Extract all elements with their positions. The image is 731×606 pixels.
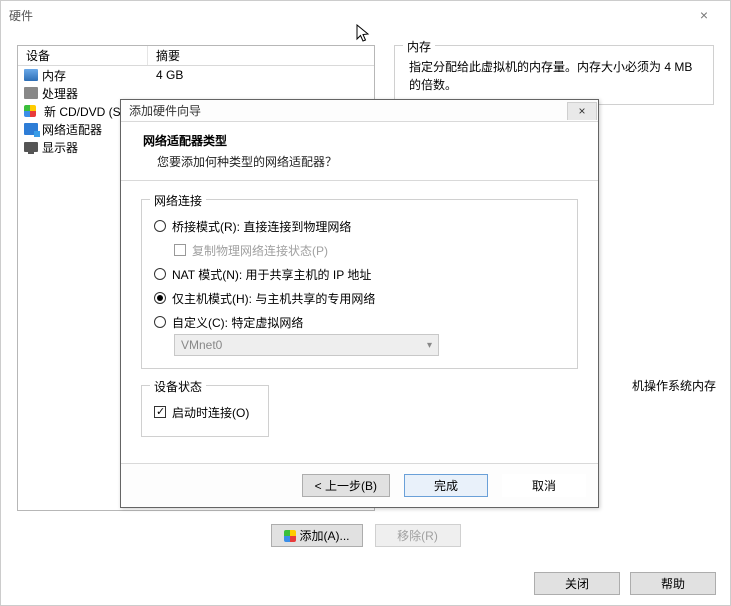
wizard-footer: < 上一步(B) 完成 取消 — [121, 463, 598, 507]
display-icon — [24, 142, 38, 152]
wizard-titlebar: 添加硬件向导 × — [121, 100, 598, 122]
device-state-legend: 设备状态 — [150, 378, 206, 395]
uac-shield-icon — [24, 105, 36, 117]
radio-nat[interactable]: NAT 模式(N): 用于共享主机的 IP 地址 — [152, 262, 567, 286]
network-icon — [24, 123, 38, 135]
device-name: 新 CD/DVD (S — [44, 103, 121, 120]
checkbox-replicate: 复制物理网络连接状态(P) — [152, 238, 567, 262]
device-name: 网络适配器 — [42, 121, 102, 138]
memory-text-2: 的倍数。 — [409, 76, 703, 94]
wizard-subheading: 您要添加何种类型的网络适配器？ — [143, 149, 582, 170]
uac-shield-icon — [284, 530, 296, 542]
mouse-cursor-icon — [356, 24, 372, 44]
network-connection-group: 网络连接 桥接模式(R): 直接连接到物理网络 复制物理网络连接状态(P) NA… — [141, 199, 578, 369]
device-table-header: 设备 摘要 — [18, 46, 374, 66]
outer-footer: 关闭 帮助 — [1, 561, 730, 605]
add-button[interactable]: 添加(A)... — [271, 524, 363, 547]
device-row-memory[interactable]: 内存 4 GB — [18, 66, 374, 84]
checkbox-icon — [174, 244, 186, 256]
wizard-body: 网络连接 桥接模式(R): 直接连接到物理网络 复制物理网络连接状态(P) NA… — [121, 181, 598, 445]
radio-hostonly[interactable]: 仅主机模式(H): 与主机共享的专用网络 — [152, 286, 567, 310]
add-hardware-wizard: 添加硬件向导 × 网络适配器类型 您要添加何种类型的网络适配器？ 网络连接 桥接… — [120, 99, 599, 508]
back-button[interactable]: < 上一步(B) — [302, 474, 390, 497]
wizard-heading: 网络适配器类型 — [143, 132, 582, 149]
network-group-legend: 网络连接 — [150, 192, 206, 209]
add-button-label: 添加(A)... — [300, 527, 350, 544]
memory-legend: 内存 — [403, 38, 435, 55]
outer-title: 硬件 — [9, 7, 33, 24]
close-icon[interactable]: × — [684, 7, 724, 23]
add-remove-bar: 添加(A)... 移除(R) — [271, 524, 461, 547]
device-state-group: 设备状态 启动时连接(O) — [141, 385, 269, 437]
radio-icon — [154, 220, 166, 232]
wizard-title: 添加硬件向导 — [129, 102, 201, 119]
wizard-close-button[interactable]: × — [567, 102, 597, 120]
memory-text-1: 指定分配给此虚拟机的内存量。内存大小必须为 4 MB — [409, 58, 703, 76]
radio-icon — [154, 268, 166, 280]
radio-hostonly-label: 仅主机模式(H): 与主机共享的专用网络 — [172, 290, 375, 307]
cancel-button[interactable]: 取消 — [502, 474, 586, 497]
remove-button: 移除(R) — [375, 524, 461, 547]
close-button[interactable]: 关闭 — [534, 572, 620, 595]
radio-custom[interactable]: 自定义(C): 特定虚拟网络 — [152, 310, 567, 334]
memory-icon — [24, 69, 38, 81]
chevron-down-icon: ▾ — [427, 340, 432, 351]
radio-icon — [154, 292, 166, 304]
device-name: 内存 — [42, 67, 66, 84]
help-button[interactable]: 帮助 — [630, 572, 716, 595]
custom-vmnet-select: VMnet0 ▾ — [174, 334, 439, 356]
finish-button[interactable]: 完成 — [404, 474, 488, 497]
radio-bridge[interactable]: 桥接模式(R): 直接连接到物理网络 — [152, 214, 567, 238]
radio-icon — [154, 316, 166, 328]
radio-nat-label: NAT 模式(N): 用于共享主机的 IP 地址 — [172, 266, 371, 283]
radio-custom-label: 自定义(C): 特定虚拟网络 — [172, 314, 303, 331]
memory-groupbox: 内存 指定分配给此虚拟机的内存量。内存大小必须为 4 MB 的倍数。 — [394, 45, 714, 105]
device-name: 处理器 — [42, 85, 78, 102]
checkbox-icon — [154, 406, 166, 418]
cpu-icon — [24, 87, 38, 99]
checkbox-replicate-label: 复制物理网络连接状态(P) — [192, 242, 328, 259]
header-device: 设备 — [18, 46, 148, 65]
os-memory-note: 机操作系统内存 — [632, 377, 716, 394]
header-summary: 摘要 — [148, 46, 374, 65]
device-summary: 4 GB — [148, 68, 374, 82]
radio-bridge-label: 桥接模式(R): 直接连接到物理网络 — [172, 218, 351, 235]
custom-vmnet-value: VMnet0 — [181, 338, 222, 352]
wizard-header: 网络适配器类型 您要添加何种类型的网络适配器？ — [121, 122, 598, 181]
checkbox-connect-on-power[interactable]: 启动时连接(O) — [152, 400, 258, 424]
device-name: 显示器 — [42, 139, 78, 156]
connect-label: 启动时连接(O) — [172, 404, 249, 421]
